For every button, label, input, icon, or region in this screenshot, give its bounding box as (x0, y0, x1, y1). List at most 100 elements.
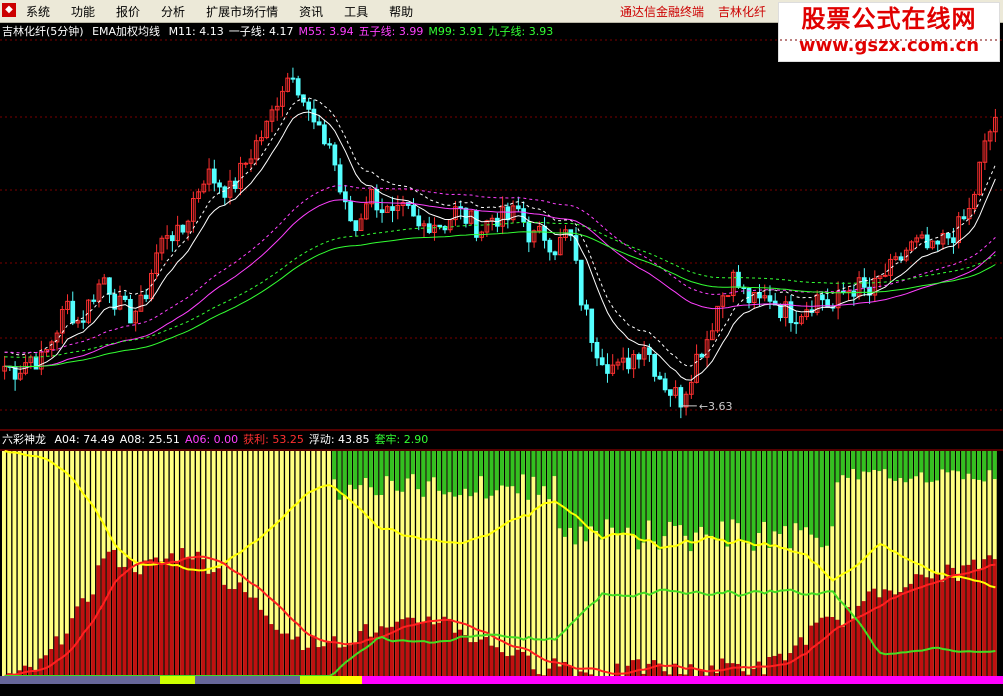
sub-bar-red-142 (746, 674, 751, 676)
candle-body-103 (542, 225, 547, 241)
sub-bar-red-96 (505, 656, 510, 676)
sub-bar-red-150 (788, 653, 793, 676)
candle-body-119 (626, 357, 631, 370)
sub-bar-green-135 (709, 451, 714, 536)
candle-body-113 (594, 341, 600, 359)
sub-bar-red-20 (106, 551, 111, 676)
sub-bar-green-66 (347, 451, 352, 485)
sub-bar-red-183 (961, 565, 966, 676)
candle-body-24 (128, 298, 133, 324)
sub-bar-red-129 (678, 674, 683, 676)
sub-bar-green-174 (914, 451, 919, 477)
sub-bar-green-176 (924, 451, 929, 483)
sub-bar-green-134 (704, 451, 709, 535)
sub-bar-green-107 (562, 451, 567, 537)
sub-bar-green-157 (825, 451, 829, 546)
candle-body-129 (678, 387, 684, 408)
sub-bar-green-139 (730, 451, 735, 520)
sub-bar-green-76 (400, 451, 405, 492)
sub-bar-red-90 (473, 642, 478, 676)
sub-bar-green-136 (714, 451, 719, 541)
sub-bar-red-143 (751, 668, 756, 676)
sub-bar-red-62 (327, 641, 331, 676)
sub-bar-red-29 (154, 557, 158, 676)
sub-bar-red-111 (583, 672, 588, 676)
sub-bar-green-83 (437, 451, 442, 491)
sub-bar-red-101 (531, 669, 536, 676)
sub-bar-green-120 (631, 451, 635, 535)
sub-bar-green-100 (526, 451, 531, 500)
sub-bar-red-26 (138, 574, 143, 676)
sub-bar-red-139 (730, 663, 735, 676)
sub-bar-yellow-5 (28, 451, 33, 676)
sub-bar-green-84 (442, 451, 447, 495)
sub-indicator-value-0: A04: 74.49 (54, 433, 115, 446)
candle-body-27 (143, 294, 149, 300)
sub-bar-red-97 (510, 655, 515, 676)
signal-strip-0 (0, 676, 160, 684)
sub-bar-red-18 (96, 565, 101, 676)
sub-bar-red-33 (174, 560, 179, 676)
chart-area[interactable]: ←3.63 (0, 0, 1003, 696)
sub-bar-red-40 (211, 572, 216, 676)
candle-body-71 (374, 188, 380, 211)
candle-body-78 (411, 204, 416, 217)
sub-bar-red-82 (431, 624, 436, 676)
sub-bar-green-149 (783, 451, 788, 527)
sub-bar-red-64 (337, 647, 342, 676)
sub-bar-red-32 (169, 553, 174, 676)
sub-bar-red-120 (631, 660, 635, 676)
sub-bar-green-133 (699, 451, 704, 527)
sub-bar-red-182 (956, 580, 960, 676)
sub-bar-green-108 (568, 451, 573, 528)
sub-bar-red-149 (783, 660, 788, 676)
candle-body-138 (725, 295, 731, 298)
candle-body-180 (945, 232, 951, 239)
sub-bar-green-180 (945, 451, 950, 473)
sub-bar-green-95 (500, 451, 504, 486)
sub-bar-red-8 (43, 655, 48, 676)
candle-body-13 (70, 300, 76, 324)
candle-body-46 (243, 162, 249, 165)
sub-bar-red-79 (416, 622, 421, 676)
sub-bar-yellow-6 (33, 451, 38, 676)
main-indicator-value-0: M11: 4.13 (168, 25, 224, 38)
main-panel-header: 吉林化纤(5分钟) EMA加权均线 M11: 4.13 一子线: 4.17 M55:… (2, 24, 563, 40)
main-indicator-value-4: M99: 3.91 (428, 25, 484, 38)
candle-body-105 (552, 251, 558, 256)
sub-bar-red-121 (636, 659, 641, 676)
sub-bar-red-177 (929, 578, 934, 676)
candle-body-83 (437, 224, 443, 227)
sub-bar-green-163 (856, 451, 861, 480)
candle-body-96 (505, 206, 511, 221)
sub-bar-green-129 (678, 451, 683, 526)
sub-bar-red-181 (950, 567, 955, 676)
sub-bar-red-69 (363, 624, 368, 676)
sub-bar-red-46 (243, 592, 248, 676)
candle-body-112 (589, 308, 595, 343)
sub-bar-green-141 (741, 451, 746, 542)
candle-body-104 (547, 239, 553, 253)
sub-bar-green-105 (552, 451, 557, 477)
main-indicator-value-1: 一子线: 4.17 (228, 25, 294, 38)
sub-bar-green-144 (756, 451, 761, 534)
sub-bar-red-173 (908, 583, 913, 676)
sub-bar-yellow-9 (49, 451, 54, 676)
sub-bar-green-152 (798, 451, 803, 531)
sub-bar-green-110 (578, 451, 583, 527)
candle-body-42 (222, 186, 228, 198)
sub-bar-red-100 (526, 655, 531, 676)
sub-bar-green-67 (353, 451, 358, 490)
candle-body-124 (652, 353, 657, 377)
sub-bar-red-27 (143, 560, 148, 676)
sub-bar-yellow-7 (38, 451, 43, 676)
sub-bar-green-118 (620, 451, 625, 535)
candle-body-79 (416, 215, 422, 227)
sub-bar-green-63 (332, 451, 337, 480)
candle-body-140 (736, 271, 741, 288)
sub-bar-red-47 (248, 597, 253, 676)
sub-bar-red-155 (814, 622, 819, 676)
sub-bar-red-160 (840, 626, 845, 676)
sub-bar-red-102 (536, 674, 541, 676)
low-marker-label: ←3.63 (699, 400, 733, 413)
